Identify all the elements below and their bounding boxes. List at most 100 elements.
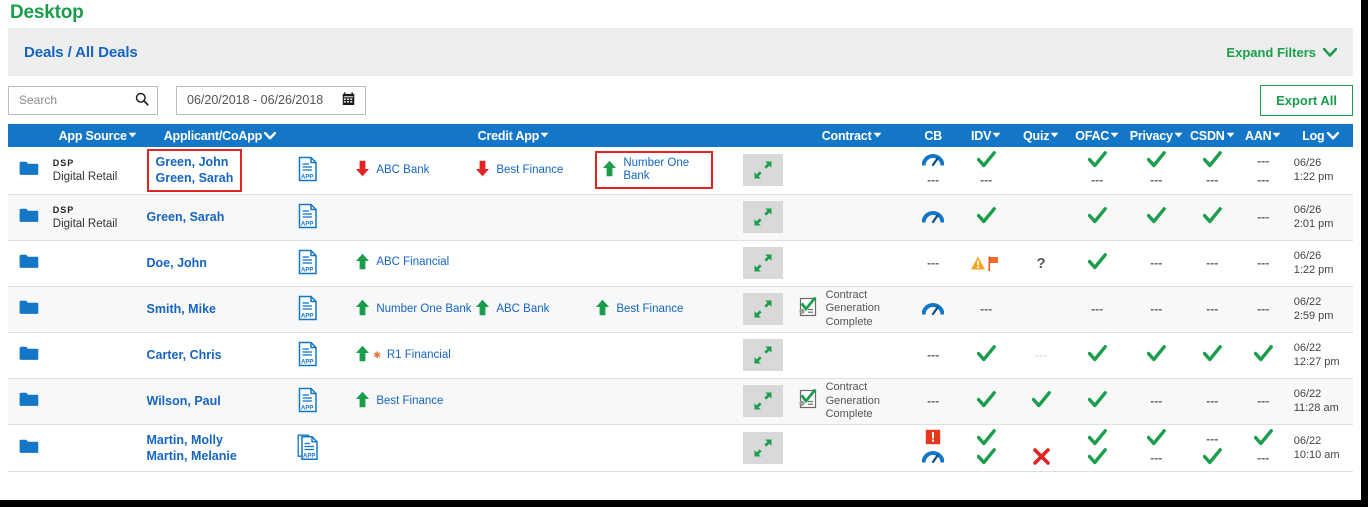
status-cell-quiz[interactable] bbox=[1014, 147, 1068, 195]
status-cell-privacy[interactable] bbox=[1126, 332, 1186, 379]
lender-decision[interactable]: ABC Bank bbox=[355, 160, 475, 180]
chevron-down-icon[interactable] bbox=[263, 131, 277, 143]
status-cell-cb[interactable]: --- bbox=[908, 378, 958, 426]
check-icon[interactable] bbox=[1087, 253, 1107, 273]
folder-icon[interactable] bbox=[19, 300, 39, 318]
table-row[interactable]: DSP Digital Retail Green, Sarah APP --- 06/26… bbox=[8, 194, 1353, 241]
folder-icon[interactable] bbox=[19, 393, 39, 410]
lender-name[interactable]: R1 Financial bbox=[387, 349, 451, 362]
applicant-name[interactable]: Wilson, Paul bbox=[147, 393, 294, 409]
lender-name[interactable]: Number One Bank bbox=[376, 303, 471, 316]
status-cell-quiz[interactable] bbox=[1014, 378, 1068, 426]
lender-decision[interactable]: Number One Bank bbox=[595, 151, 714, 190]
lender-decision[interactable]: Number One Bank bbox=[355, 299, 475, 319]
check-icon[interactable] bbox=[1146, 345, 1166, 365]
check-icon[interactable] bbox=[1146, 150, 1166, 171]
status-cell-aan[interactable]: --- bbox=[1238, 424, 1288, 472]
column-header-privacy[interactable]: Privacy bbox=[1126, 124, 1186, 147]
status-cell-cb[interactable] bbox=[908, 286, 958, 333]
search-box[interactable] bbox=[8, 85, 158, 115]
status-cell-privacy[interactable]: --- bbox=[1126, 286, 1186, 333]
status-cell-privacy[interactable]: --- bbox=[1126, 240, 1186, 287]
status-cell-quiz[interactable]: --- bbox=[1014, 332, 1068, 379]
expand-row-button[interactable] bbox=[742, 247, 783, 279]
lender-name[interactable]: Best Finance bbox=[616, 303, 683, 316]
folder-icon[interactable] bbox=[19, 254, 39, 272]
status-cell-csdn[interactable]: --- bbox=[1185, 378, 1239, 426]
lender-name[interactable]: Best Finance bbox=[496, 164, 563, 177]
status-cell-cb[interactable]: --- bbox=[908, 147, 958, 195]
expand-row-cell[interactable] bbox=[731, 332, 795, 379]
folder-icon[interactable] bbox=[19, 162, 39, 179]
status-cell-idv[interactable] bbox=[957, 240, 1015, 287]
status-cell-quiz[interactable] bbox=[1014, 286, 1068, 333]
breadcrumb[interactable]: Deals / All Deals bbox=[24, 44, 138, 61]
status-cell-ofac[interactable] bbox=[1067, 332, 1127, 379]
lender-decision[interactable]: ✱ R1 Financial bbox=[355, 345, 475, 365]
table-row[interactable]: Martin, Molly Martin, Melanie APP --- --- ---… bbox=[8, 424, 1353, 472]
status-cell-ofac[interactable]: --- bbox=[1067, 147, 1127, 195]
app-document-icon[interactable]: APP bbox=[297, 341, 355, 370]
credit-gauge-icon[interactable] bbox=[921, 448, 945, 467]
check-icon[interactable] bbox=[976, 428, 996, 449]
expand-row-cell[interactable] bbox=[731, 194, 795, 241]
status-cell-privacy[interactable]: --- bbox=[1126, 147, 1186, 195]
check-icon[interactable] bbox=[1087, 207, 1107, 227]
applicant-names[interactable]: Smith, Mike bbox=[147, 301, 294, 317]
applicant-cell[interactable]: Green, John Green, Sarah bbox=[144, 147, 296, 195]
status-cell-idv[interactable]: --- bbox=[957, 147, 1015, 195]
applicant-name[interactable]: Green, John bbox=[156, 154, 234, 170]
column-header-cb[interactable]: CB bbox=[908, 124, 958, 147]
applicant-name[interactable]: Martin, Molly bbox=[147, 432, 294, 448]
applicant-cell[interactable]: Green, Sarah bbox=[144, 194, 296, 241]
check-icon[interactable] bbox=[1146, 428, 1166, 449]
applicant-names[interactable]: Martin, Molly Martin, Melanie bbox=[147, 432, 294, 465]
expand-row-cell[interactable] bbox=[731, 378, 795, 426]
lender-name[interactable]: Number One Bank bbox=[623, 157, 703, 183]
folder-cell[interactable] bbox=[8, 332, 51, 379]
expand-row-cell[interactable] bbox=[731, 286, 795, 333]
expand-filters-button[interactable]: Expand Filters bbox=[1226, 45, 1338, 60]
check-icon[interactable] bbox=[1202, 345, 1222, 365]
status-cell-quiz[interactable]: ? bbox=[1014, 240, 1068, 287]
check-icon[interactable] bbox=[976, 150, 996, 171]
column-header-csdn[interactable]: CSDN bbox=[1185, 124, 1239, 147]
folder-icon[interactable] bbox=[19, 347, 39, 364]
check-icon[interactable] bbox=[1031, 391, 1051, 411]
folder-cell[interactable] bbox=[8, 240, 51, 287]
search-input[interactable] bbox=[17, 92, 127, 108]
credit-gauge-icon[interactable] bbox=[921, 151, 945, 170]
status-cell-privacy[interactable]: --- bbox=[1126, 424, 1186, 472]
warning-flag-icon[interactable] bbox=[970, 255, 1002, 272]
search-icon[interactable] bbox=[135, 92, 149, 109]
check-icon[interactable] bbox=[1202, 207, 1222, 227]
applicant-name[interactable]: Green, Sarah bbox=[156, 170, 234, 186]
check-icon[interactable] bbox=[1087, 345, 1107, 365]
expand-row-cell[interactable] bbox=[731, 240, 795, 287]
expand-row-button[interactable] bbox=[742, 293, 783, 326]
applicant-cell[interactable]: Martin, Molly Martin, Melanie bbox=[144, 424, 296, 472]
status-cell-idv[interactable] bbox=[957, 378, 1015, 426]
status-cell-aan[interactable]: --- bbox=[1238, 240, 1288, 287]
folder-cell[interactable] bbox=[8, 286, 51, 333]
expand-row-button[interactable] bbox=[742, 385, 783, 418]
status-cell-idv[interactable] bbox=[957, 424, 1015, 472]
applicant-names[interactable]: Doe, John bbox=[147, 255, 294, 271]
column-header-credit_app[interactable]: Credit App bbox=[295, 124, 732, 147]
status-cell-csdn[interactable]: --- bbox=[1185, 147, 1239, 195]
status-cell-idv[interactable]: --- bbox=[957, 286, 1015, 333]
table-row[interactable]: DSP Digital Retail Green, John Green, Sarah… bbox=[8, 147, 1353, 195]
applicant-cell[interactable]: Smith, Mike bbox=[144, 286, 296, 333]
applicant-name[interactable]: Green, Sarah bbox=[147, 209, 294, 225]
check-icon[interactable] bbox=[1087, 391, 1107, 411]
applicant-name[interactable]: Martin, Melanie bbox=[147, 448, 294, 464]
column-header-app_source[interactable]: App Source bbox=[50, 124, 145, 147]
status-cell-privacy[interactable]: --- bbox=[1126, 378, 1186, 426]
calendar-icon[interactable] bbox=[342, 91, 355, 109]
status-cell-idv[interactable] bbox=[957, 194, 1015, 241]
check-icon[interactable] bbox=[1146, 207, 1166, 227]
caret-down-icon[interactable] bbox=[873, 132, 882, 141]
status-cell-ofac[interactable] bbox=[1067, 194, 1127, 241]
applicant-names[interactable]: Carter, Chris bbox=[147, 347, 294, 363]
lender-name[interactable]: ABC Bank bbox=[496, 303, 549, 316]
